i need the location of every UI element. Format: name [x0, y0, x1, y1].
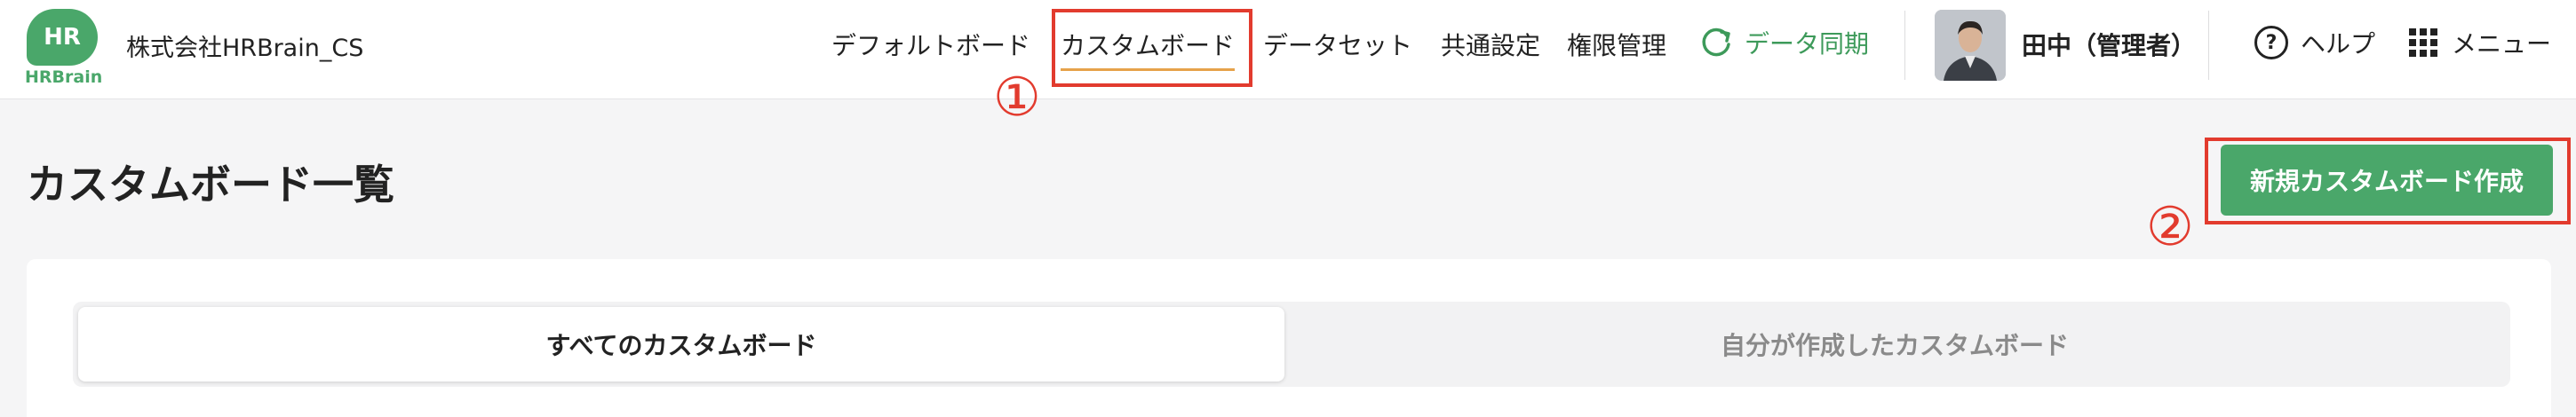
- top-header: HR HRBrain 株式会社HRBrain_CS デフォルトボード カスタムボ…: [0, 0, 2576, 99]
- tab-my-custom-boards[interactable]: 自分が作成したカスタムボード: [1284, 307, 2505, 382]
- annotation-number-1: ①: [993, 67, 1041, 129]
- nav-default-board[interactable]: デフォルトボード: [831, 27, 1030, 62]
- menu-button[interactable]: メニュー: [2409, 25, 2551, 60]
- nav-common-settings[interactable]: 共通設定: [1441, 27, 1540, 62]
- avatar[interactable]: [1935, 10, 2006, 81]
- nav-dataset[interactable]: データセット: [1263, 27, 1412, 62]
- help-icon: ?: [2254, 26, 2288, 59]
- data-sync-button[interactable]: データ同期: [1698, 25, 1869, 60]
- refresh-icon: [1702, 28, 1730, 57]
- tab-all-custom-boards[interactable]: すべてのカスタムボード: [78, 307, 1284, 382]
- company-name: 株式会社HRBrain_CS: [126, 35, 364, 62]
- avatar-photo: [1935, 10, 2006, 81]
- grid-menu-icon: [2409, 28, 2437, 57]
- hrbrain-logo[interactable]: HR HRBrain: [25, 9, 102, 87]
- annotation-box-1: [1052, 9, 1252, 87]
- user-name[interactable]: 田中（管理者）: [2022, 27, 2196, 62]
- annotation-box-2: [2205, 138, 2571, 224]
- annotation-number-2: ②: [2146, 196, 2194, 258]
- help-button[interactable]: ? ヘルプ: [2254, 25, 2375, 60]
- logo-sub-text: HRBrain: [25, 67, 103, 87]
- menu-label: メニュー: [2452, 29, 2552, 59]
- header-divider: [1904, 11, 1905, 80]
- data-sync-label: データ同期: [1745, 29, 1870, 59]
- logo-main-text: HR: [44, 24, 81, 51]
- nav-permissions[interactable]: 権限管理: [1567, 27, 1666, 62]
- help-label: ヘルプ: [2301, 29, 2376, 59]
- page-title: カスタムボード一覧: [27, 161, 394, 208]
- logo-bubble: HR: [27, 9, 98, 66]
- header-divider: [2208, 11, 2209, 80]
